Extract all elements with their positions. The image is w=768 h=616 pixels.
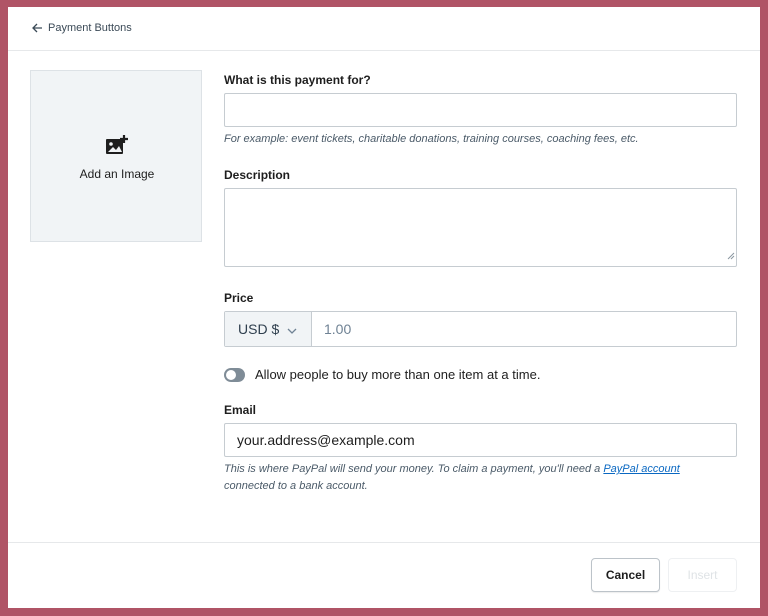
image-plus-icon — [105, 134, 129, 161]
currency-value: USD $ — [238, 321, 280, 337]
price-field: USD $ 1.00 — [224, 311, 737, 347]
description-label: Description — [224, 168, 291, 182]
insert-button[interactable]: Insert — [668, 558, 737, 592]
modal-footer: Cancel Insert — [8, 542, 760, 608]
paypal-account-link[interactable]: PayPal account — [603, 463, 679, 475]
cancel-button[interactable]: Cancel — [591, 558, 660, 592]
price-input[interactable]: 1.00 — [312, 312, 351, 346]
multiple-items-toggle-label: Allow people to buy more than one item a… — [255, 367, 541, 382]
arrow-left-icon — [32, 23, 43, 33]
payment-title-help: For example: event tickets, charitable d… — [224, 133, 639, 145]
add-image-button[interactable]: Add an Image — [30, 70, 202, 242]
currency-select[interactable]: USD $ — [225, 312, 312, 346]
email-help-text: This is where PayPal will send your mone… — [224, 463, 604, 475]
toggle-knob — [226, 369, 236, 380]
payment-button-modal: Payment Buttons Add an Image What is thi… — [8, 7, 760, 608]
add-image-label: Add an Image — [79, 167, 155, 181]
payment-title-label: What is this payment for? — [224, 73, 371, 87]
email-help: This is where PayPal will send your mone… — [224, 461, 680, 495]
modal-header: Payment Buttons — [8, 7, 760, 51]
email-help-text-2: connected to a bank account. — [224, 480, 368, 492]
price-placeholder: 1.00 — [324, 321, 352, 337]
email-input[interactable]: your.address@example.com — [224, 423, 737, 457]
email-value: your.address@example.com — [237, 432, 415, 448]
payment-title-input[interactable] — [224, 93, 737, 127]
back-to-payment-buttons-link[interactable]: Payment Buttons — [32, 22, 132, 34]
resize-grip-icon[interactable] — [727, 247, 735, 265]
multiple-items-toggle[interactable] — [224, 367, 245, 382]
price-label: Price — [224, 291, 254, 305]
back-link-label: Payment Buttons — [48, 22, 132, 34]
chevron-down-icon — [287, 321, 297, 337]
multiple-items-toggle-row: Allow people to buy more than one item a… — [224, 367, 540, 382]
description-textarea[interactable] — [224, 188, 737, 267]
email-label: Email — [224, 403, 257, 417]
